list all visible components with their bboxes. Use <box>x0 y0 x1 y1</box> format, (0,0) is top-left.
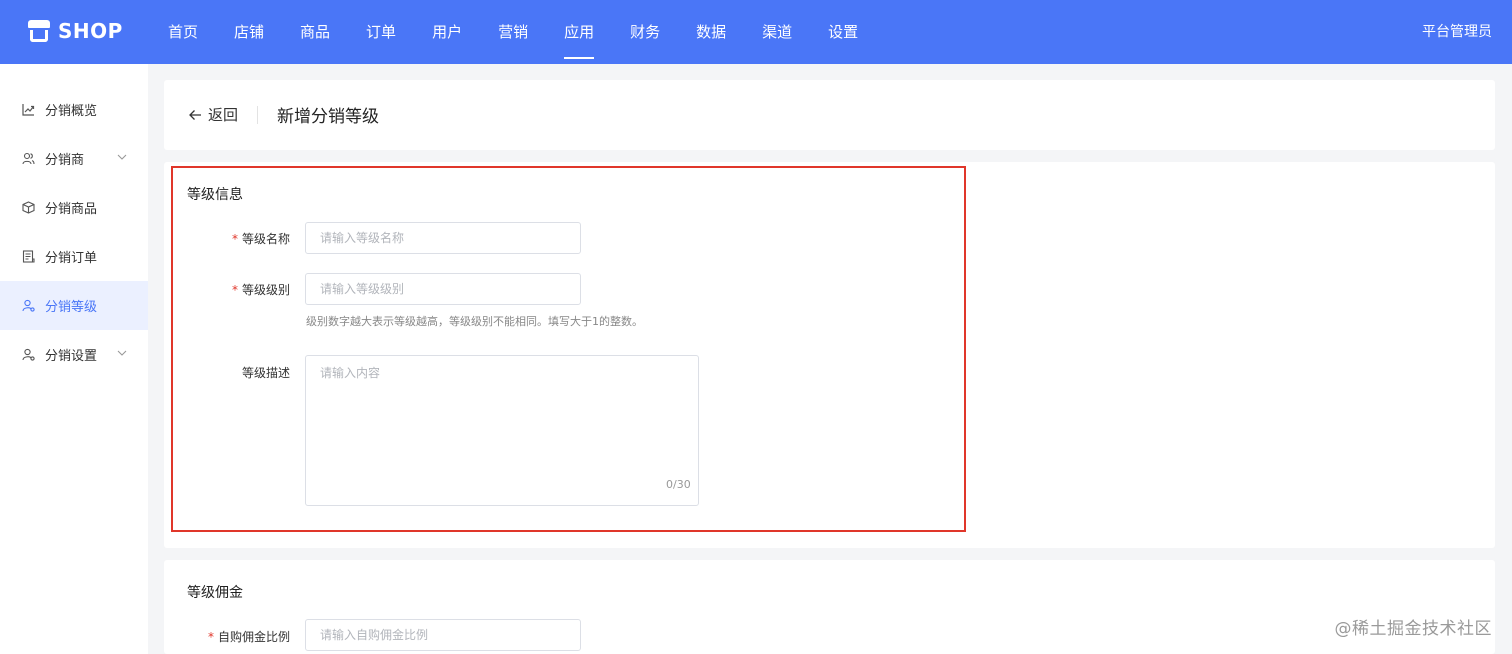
page-title: 新增分销等级 <box>277 107 379 127</box>
page-header: 返回 新增分销等级 <box>164 80 1495 150</box>
nav-item-finance[interactable]: 财务 <box>630 0 660 64</box>
sidebar-item-distributors[interactable]: 分销商 <box>0 134 148 183</box>
level-rank-hint: 级别数字越大表示等级越高，等级级别不能相同。填写大于1的整数。 <box>306 315 643 328</box>
sidebar-item-label: 分销等级 <box>45 300 98 315</box>
commission-title: 等级佣金 <box>187 585 243 601</box>
sidebar-item-label: 分销设置 <box>45 349 98 364</box>
top-navbar: SHOP 首页 店铺 商品 订单 用户 营销 应用 财务 数据 渠道 设置 平台… <box>0 0 1512 64</box>
sidebar: 分销概览 分销商 分销商品 分销订单 分销等级 分销设置 <box>0 64 148 654</box>
sidebar-item-label: 分销订单 <box>45 251 98 266</box>
nav-item-marketing[interactable]: 营销 <box>498 0 528 64</box>
sidebar-item-products[interactable]: 分销商品 <box>0 183 148 232</box>
nav-item-channels[interactable]: 渠道 <box>762 0 792 64</box>
sidebar-item-label: 分销商 <box>45 153 85 168</box>
main-nav: 首页 店铺 商品 订单 用户 营销 应用 财务 数据 渠道 设置 <box>168 0 894 64</box>
level-name-label: * 等级名称 <box>231 232 290 246</box>
nav-item-users[interactable]: 用户 <box>432 0 462 64</box>
user-menu[interactable]: 平台管理员 <box>1422 0 1492 64</box>
user-level-icon <box>22 299 35 312</box>
nav-item-products[interactable]: 商品 <box>300 0 330 64</box>
sidebar-item-orders[interactable]: 分销订单 <box>0 232 148 281</box>
level-rank-input[interactable] <box>305 273 581 305</box>
level-info-title: 等级信息 <box>187 187 243 203</box>
user-settings-icon <box>22 348 35 361</box>
brand-logo[interactable]: SHOP <box>28 19 123 43</box>
required-mark: * <box>231 283 238 297</box>
level-desc-textarea[interactable] <box>305 355 699 506</box>
nav-item-orders[interactable]: 订单 <box>366 0 396 64</box>
chevron-down-icon[interactable] <box>116 151 128 163</box>
sidebar-item-label: 分销概览 <box>45 104 98 119</box>
level-desc-label: 等级描述 <box>241 366 290 380</box>
char-counter: 0/30 <box>666 478 691 491</box>
level-name-input[interactable] <box>305 222 581 254</box>
nav-item-home[interactable]: 首页 <box>168 0 198 64</box>
divider <box>257 106 258 124</box>
arrow-left-icon <box>188 108 202 122</box>
chevron-down-icon[interactable] <box>116 347 128 359</box>
required-mark: * <box>207 630 214 644</box>
users-icon <box>22 152 35 165</box>
watermark: @稀土掘金技术社区 <box>1334 619 1492 639</box>
receipt-icon <box>22 250 35 263</box>
required-mark: * <box>231 232 238 246</box>
back-button[interactable]: 返回 <box>188 104 238 125</box>
sidebar-item-settings[interactable]: 分销设置 <box>0 330 148 379</box>
nav-item-store[interactable]: 店铺 <box>234 0 264 64</box>
nav-item-data[interactable]: 数据 <box>696 0 726 64</box>
nav-item-apps[interactable]: 应用 <box>564 0 595 64</box>
nav-item-settings[interactable]: 设置 <box>828 0 858 64</box>
shop-icon <box>28 20 50 42</box>
sidebar-item-levels[interactable]: 分销等级 <box>0 281 148 330</box>
package-icon <box>22 201 35 214</box>
self-ratio-input[interactable] <box>305 619 581 651</box>
self-ratio-label: * 自购佣金比例 <box>207 630 290 644</box>
brand-name: SHOP <box>58 19 123 43</box>
sidebar-item-overview[interactable]: 分销概览 <box>0 85 148 134</box>
level-rank-label: * 等级级别 <box>231 283 290 297</box>
chart-trend-icon <box>22 103 35 116</box>
sidebar-item-label: 分销商品 <box>45 202 98 217</box>
back-label: 返回 <box>208 106 239 124</box>
